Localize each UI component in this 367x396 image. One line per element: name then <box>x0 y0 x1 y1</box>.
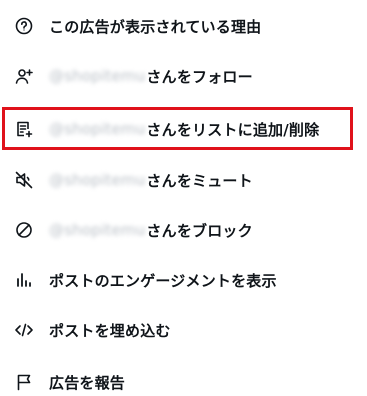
menu-item-embed[interactable]: ポストを埋め込む <box>0 304 367 356</box>
list-add-icon <box>14 119 34 139</box>
menu-item-label: 広告を報告 <box>49 373 126 392</box>
menu-item-block[interactable]: @shopitemu さんをブロック <box>0 204 367 256</box>
block-icon <box>14 220 34 240</box>
post-options-menu: この広告が表示されている理由 @shopitemu さんをフォロー @shopit… <box>0 0 367 396</box>
menu-item-ad-info[interactable]: この広告が表示されている理由 <box>0 0 367 52</box>
question-circle-icon <box>14 16 34 36</box>
flag-icon <box>14 372 34 392</box>
username-handle: @shopitemu <box>49 120 146 138</box>
code-icon <box>14 320 34 340</box>
menu-item-mute[interactable]: @shopitemu さんをミュート <box>0 154 367 206</box>
menu-item-report-ad[interactable]: 広告を報告 <box>0 356 367 396</box>
username-handle: @shopitemu <box>49 221 146 239</box>
menu-item-label: @shopitemu さんをフォロー <box>49 66 253 87</box>
menu-item-engagement[interactable]: ポストのエンゲージメントを表示 <box>0 254 367 306</box>
menu-item-text: さんをミュート <box>146 171 253 190</box>
menu-item-text: さんをブロック <box>146 221 253 240</box>
bar-chart-icon <box>14 270 34 290</box>
menu-item-add-to-list[interactable]: @shopitemu さんをリストに追加/削除 <box>0 103 367 155</box>
username-handle: @shopitemu <box>49 67 146 85</box>
menu-item-label: ポストのエンゲージメントを表示 <box>49 271 277 290</box>
person-add-icon <box>14 66 34 86</box>
menu-item-label: @shopitemu さんをミュート <box>49 170 253 191</box>
menu-item-text: さんをフォロー <box>146 67 253 86</box>
menu-item-follow[interactable]: @shopitemu さんをフォロー <box>0 50 367 102</box>
menu-item-label: @shopitemu さんをリストに追加/削除 <box>49 119 319 140</box>
menu-item-label: この広告が表示されている理由 <box>49 17 262 36</box>
speaker-mute-icon <box>14 170 34 190</box>
menu-item-label: ポストを埋め込む <box>49 321 171 340</box>
menu-item-label: @shopitemu さんをブロック <box>49 220 253 241</box>
menu-item-text: さんをリストに追加/削除 <box>146 120 320 139</box>
username-handle: @shopitemu <box>49 171 146 189</box>
